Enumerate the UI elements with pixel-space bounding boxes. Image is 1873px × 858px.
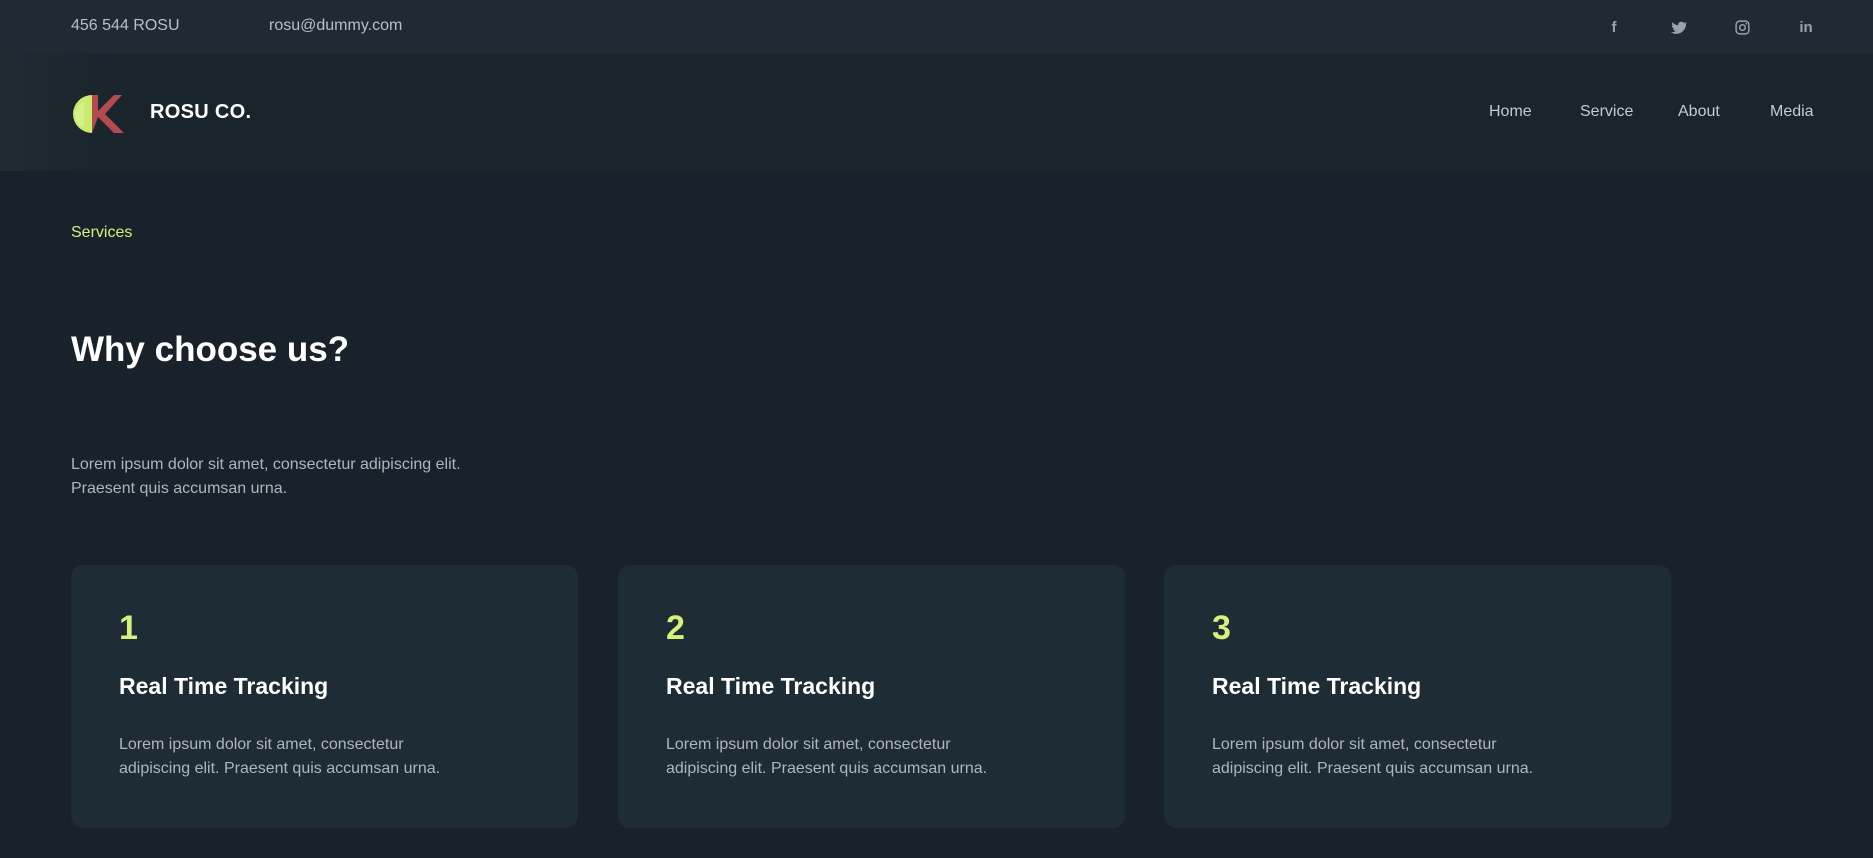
section-eyebrow: Services <box>71 224 133 241</box>
feature-card: 2 Real Time Tracking Lorem ipsum dolor s… <box>618 565 1125 828</box>
instagram-icon[interactable] <box>1730 15 1754 39</box>
brand-name[interactable]: ROSU CO. <box>150 101 251 124</box>
section-title: Why choose us? <box>71 330 350 369</box>
phone-number: 456 544 ROSU <box>71 17 180 34</box>
nav-media[interactable]: Media <box>1770 103 1814 121</box>
card-description: Lorem ipsum dolor sit amet, consectetur … <box>1212 736 1534 777</box>
twitter-icon[interactable] <box>1666 15 1690 39</box>
site-header: ROSU CO. Home Service About Media <box>0 53 1873 171</box>
email-link[interactable]: rosu@dummy.com <box>269 17 402 35</box>
nav-home[interactable]: Home <box>1489 103 1532 121</box>
facebook-icon[interactable]: f <box>1602 15 1626 39</box>
card-number: 1 <box>119 609 138 647</box>
card-description: Lorem ipsum dolor sit amet, consectetur … <box>119 736 441 777</box>
nav-about[interactable]: About <box>1678 103 1720 121</box>
linkedin-icon[interactable]: in <box>1794 15 1818 39</box>
card-description: Lorem ipsum dolor sit amet, consectetur … <box>666 736 988 777</box>
feature-card: 3 Real Time Tracking Lorem ipsum dolor s… <box>1164 565 1671 828</box>
top-bar: 456 544 ROSU rosu@dummy.com f in <box>0 0 1873 53</box>
feature-card: 1 Real Time Tracking Lorem ipsum dolor s… <box>71 565 578 828</box>
card-title: Real Time Tracking <box>1212 673 1422 699</box>
card-number: 2 <box>666 609 685 647</box>
brand-logo[interactable] <box>70 94 126 134</box>
section-intro: Lorem ipsum dolor sit amet, consectetur … <box>71 456 461 497</box>
card-title: Real Time Tracking <box>119 673 329 699</box>
nav-service[interactable]: Service <box>1580 103 1633 121</box>
card-number: 3 <box>1212 609 1231 647</box>
card-title: Real Time Tracking <box>666 673 876 699</box>
